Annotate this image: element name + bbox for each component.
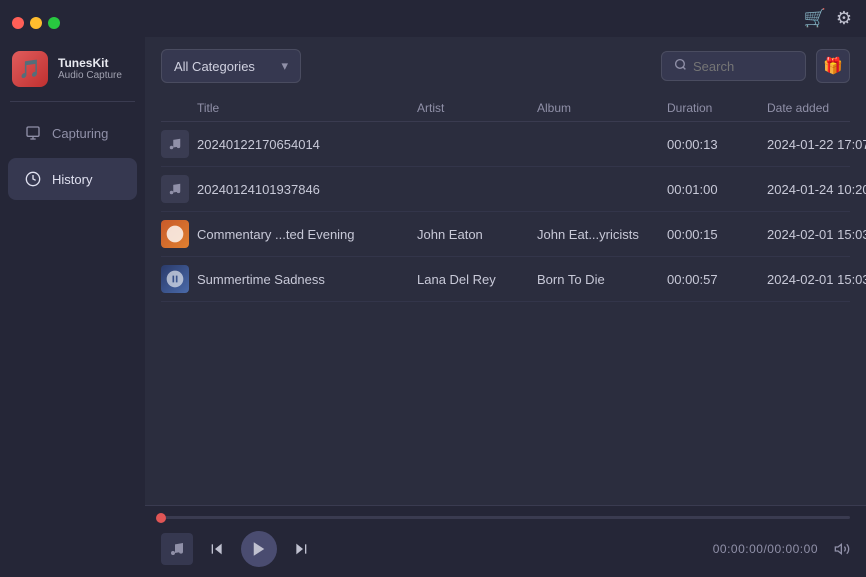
logo-icon: 🎵 bbox=[12, 51, 48, 87]
sidebar-item-history[interactable]: History bbox=[8, 158, 137, 200]
cart-icon[interactable]: 🛒 bbox=[803, 8, 825, 29]
track-table: Title Artist Album Duration Date added bbox=[145, 95, 866, 505]
row-date: 2024-02-01 15:03 bbox=[767, 272, 866, 287]
row-title: Summertime Sadness bbox=[197, 272, 417, 287]
player-thumbnail bbox=[161, 533, 193, 565]
player-controls: 00:00:00/00:00:00 bbox=[161, 531, 850, 567]
table-row[interactable]: 20240122170654014 00:00:13 2024-01-22 17… bbox=[161, 122, 850, 167]
search-icon bbox=[674, 58, 687, 74]
chevron-down-icon: ▾ bbox=[281, 58, 288, 74]
logo-text: TunesKit Audio Capture bbox=[58, 56, 122, 82]
row-artist: John Eaton bbox=[417, 227, 537, 242]
app-subtitle: Audio Capture bbox=[58, 70, 122, 82]
table-row[interactable]: 20240124101937846 00:01:00 2024-01-24 10… bbox=[161, 167, 850, 212]
row-date: 2024-02-01 15:03 bbox=[767, 227, 866, 242]
track-thumbnail bbox=[161, 175, 189, 203]
next-button[interactable] bbox=[293, 541, 309, 557]
sidebar: 🎵 TunesKit Audio Capture Capturing bbox=[0, 37, 145, 577]
play-button[interactable] bbox=[241, 531, 277, 567]
history-label: History bbox=[52, 172, 92, 187]
row-duration: 00:00:57 bbox=[667, 272, 767, 287]
header-album: Album bbox=[537, 101, 667, 115]
header-duration: Duration bbox=[667, 101, 767, 115]
volume-button[interactable] bbox=[834, 541, 850, 557]
topbar-right: 🎁 bbox=[661, 49, 850, 83]
close-button[interactable] bbox=[12, 17, 24, 29]
app-logo: 🎵 TunesKit Audio Capture bbox=[0, 37, 145, 101]
capturing-label: Capturing bbox=[52, 126, 108, 141]
player-bar: 00:00:00/00:00:00 bbox=[145, 505, 866, 577]
table-row[interactable]: Summertime Sadness Lana Del Rey Born To … bbox=[161, 257, 850, 302]
prev-button[interactable] bbox=[209, 541, 225, 557]
header-check bbox=[161, 101, 197, 115]
category-label: All Categories bbox=[174, 59, 255, 74]
search-input[interactable] bbox=[693, 59, 793, 74]
window-controls bbox=[12, 17, 60, 29]
track-thumbnail bbox=[161, 265, 189, 293]
main-content: All Categories ▾ 🎁 bbox=[145, 37, 866, 577]
gift-button[interactable]: 🎁 bbox=[816, 49, 850, 83]
table-header: Title Artist Album Duration Date added bbox=[161, 95, 850, 122]
app-name: TunesKit bbox=[58, 56, 122, 70]
row-artist: Lana Del Rey bbox=[417, 272, 537, 287]
row-title: 20240122170654014 bbox=[197, 137, 417, 152]
header-artist: Artist bbox=[417, 101, 537, 115]
row-duration: 00:01:00 bbox=[667, 182, 767, 197]
row-duration: 00:00:13 bbox=[667, 137, 767, 152]
table-row[interactable]: Commentary ...ted Evening John Eaton Joh… bbox=[161, 212, 850, 257]
row-duration: 00:00:15 bbox=[667, 227, 767, 242]
search-box bbox=[661, 51, 806, 81]
minimize-button[interactable] bbox=[30, 17, 42, 29]
row-thumb bbox=[161, 220, 197, 248]
header-date: Date added bbox=[767, 101, 866, 115]
row-date: 2024-01-24 10:20 bbox=[767, 182, 866, 197]
toolbar: All Categories ▾ 🎁 bbox=[145, 37, 866, 95]
capturing-icon bbox=[24, 124, 42, 142]
row-thumb bbox=[161, 265, 197, 293]
sidebar-nav: Capturing History bbox=[0, 102, 145, 210]
track-thumbnail bbox=[161, 220, 189, 248]
category-dropdown[interactable]: All Categories ▾ bbox=[161, 49, 301, 83]
progress-thumb bbox=[156, 513, 166, 523]
row-date: 2024-01-22 17:07 bbox=[767, 137, 866, 152]
track-thumbnail bbox=[161, 130, 189, 158]
time-display: 00:00:00/00:00:00 bbox=[713, 542, 818, 556]
progress-track[interactable] bbox=[161, 516, 850, 519]
maximize-button[interactable] bbox=[48, 17, 60, 29]
settings-icon[interactable]: ⚙ bbox=[836, 8, 852, 29]
row-album: Born To Die bbox=[537, 272, 667, 287]
row-title: Commentary ...ted Evening bbox=[197, 227, 417, 242]
row-album: John Eat...yricists bbox=[537, 227, 667, 242]
sidebar-item-capturing[interactable]: Capturing bbox=[8, 112, 137, 154]
header-title: Title bbox=[197, 101, 417, 115]
row-title: 20240124101937846 bbox=[197, 182, 417, 197]
history-icon bbox=[24, 170, 42, 188]
row-thumb bbox=[161, 175, 197, 203]
row-thumb bbox=[161, 130, 197, 158]
